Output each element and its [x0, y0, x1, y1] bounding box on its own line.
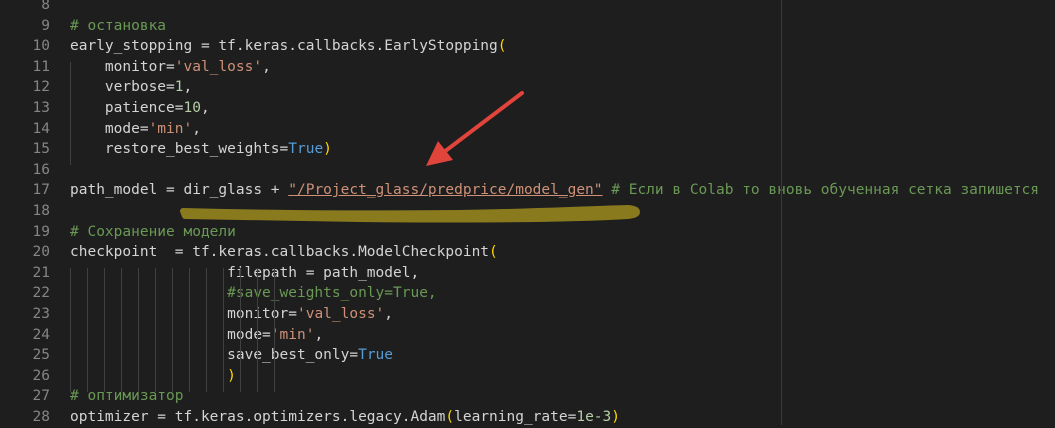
code-token-bracket: (	[497, 38, 507, 55]
indent-guide	[70, 62, 71, 165]
line-number: 13	[32, 100, 50, 116]
code-token-bracket: )	[323, 141, 332, 158]
code-token-string: 'val_loss'	[174, 58, 263, 75]
code-line[interactable]: monitor='val_loss',	[70, 304, 393, 325]
line-number: 26	[32, 367, 50, 384]
line-number: 8	[41, 0, 50, 13]
line-number: 21	[32, 264, 50, 281]
code-token-bracket: )	[70, 367, 236, 384]
code-line[interactable]: mode='min',	[70, 325, 323, 346]
code-line[interactable]: monitor='val_loss',	[70, 57, 271, 78]
code-token-number: 10	[183, 100, 201, 116]
code-token-plain: monitor=	[70, 58, 175, 75]
code-token-plain: filepath = path_model,	[70, 264, 420, 281]
code-token-string: "/Project_glass/predprice/model_gen"	[288, 182, 603, 199]
line-number: 22	[32, 285, 50, 302]
code-token-plain: path_model = dir_glass +	[70, 182, 289, 199]
indent-guide	[274, 268, 275, 392]
code-token-plain: ,	[314, 326, 324, 343]
code-line[interactable]: #save_weights_only=True,	[70, 283, 437, 304]
line-number: 17	[32, 182, 50, 199]
line-number: 23	[32, 306, 50, 322]
code-line[interactable]: # Сохранение модели	[70, 222, 236, 243]
code-token-string: 'min'	[148, 120, 193, 137]
code-token-plain: patience=	[70, 100, 184, 116]
code-token-comment: # остановка	[70, 17, 167, 34]
line-number: 24	[32, 326, 50, 343]
line-number: 9	[41, 17, 50, 34]
code-token-keyword: True	[358, 347, 394, 364]
code-token-bracket: )	[611, 409, 620, 425]
indent-guide	[189, 268, 190, 392]
code-token-plain: ,	[262, 58, 271, 75]
code-token-string: 'min'	[270, 326, 315, 343]
code-token-plain: ,	[183, 79, 193, 96]
line-number: 18	[32, 203, 50, 219]
line-number: 11	[32, 58, 50, 75]
highlighter-underline	[180, 205, 640, 223]
code-token-comment: # Сохранение модели	[70, 223, 236, 240]
code-token-plain: early_stopping = tf.keras.callbacks.Earl…	[70, 38, 498, 55]
code-token-plain: ,	[384, 306, 394, 322]
code-token-comment: # Если в Colab то вновь обученная сетка …	[602, 182, 1040, 199]
code-token-string: 'val_loss'	[296, 306, 385, 322]
line-number: 20	[32, 244, 50, 261]
line-number-gutter: 8 9 10 11 12 13 14 15 16 17 18 19 20 21 22 23 24 25 26 27 28	[0, 0, 54, 425]
indent-guide	[257, 268, 258, 392]
line-number: 19	[32, 223, 50, 240]
line-number: 12	[32, 79, 50, 96]
red-arrow-head	[426, 141, 453, 166]
code-editor[interactable]: 8 9 10 11 12 13 14 15 16 17 18 19 20 21 22 23 24 25 26 27 28…	[0, 0, 1055, 425]
code-token-keyword: True	[288, 141, 324, 158]
code-line[interactable]: save_best_only=True	[70, 345, 393, 366]
code-line[interactable]: )	[70, 366, 236, 387]
indent-guide	[138, 268, 139, 392]
line-number: 27	[32, 388, 50, 405]
code-token-plain: optimizer = tf.keras.optimizers.legacy.A…	[70, 409, 446, 425]
code-line[interactable]: # остановка	[70, 16, 166, 37]
code-line[interactable]: patience=10,	[70, 98, 210, 119]
line-number: 10	[32, 38, 50, 55]
indent-guide	[87, 268, 88, 392]
code-token-bracket: (	[489, 244, 498, 261]
code-line[interactable]: path_model = dir_glass + "/Project_glass…	[70, 180, 1039, 201]
code-token-plain: ,	[192, 120, 201, 137]
code-token-plain: checkpoint = tf.keras.callbacks.ModelChe…	[70, 244, 490, 261]
code-line[interactable]: verbose=1,	[70, 77, 192, 98]
code-line[interactable]: restore_best_weights=True)	[70, 139, 332, 160]
line-number: 25	[32, 347, 50, 364]
code-line[interactable]: checkpoint = tf.keras.callbacks.ModelChe…	[70, 242, 498, 263]
column-ruler	[781, 0, 782, 425]
code-token-bracket: (	[445, 409, 455, 425]
code-line[interactable]: mode='min',	[70, 119, 201, 140]
code-token-number: 1e-3	[576, 409, 612, 425]
indent-guide	[70, 268, 71, 392]
code-token-plain: verbose=	[70, 79, 175, 96]
indent-guide	[104, 268, 105, 392]
code-token-plain: restore_best_weights=	[70, 141, 289, 158]
line-number: 14	[32, 120, 50, 137]
indent-guide	[223, 268, 224, 392]
indent-guide	[206, 268, 207, 392]
code-token-comment: #save_weights_only=True,	[70, 285, 437, 302]
indent-guide	[121, 268, 122, 392]
code-token-plain: mode=	[70, 120, 149, 137]
red-arrow	[442, 91, 524, 154]
code-line[interactable]: filepath = path_model,	[70, 263, 419, 284]
indent-guide	[240, 268, 241, 392]
code-token-plain: save_best_only=	[70, 347, 359, 364]
code-token-number: 1	[174, 79, 184, 96]
indent-guide	[155, 268, 156, 392]
line-number: 16	[32, 161, 50, 178]
code-line[interactable]: early_stopping = tf.keras.callbacks.Earl…	[70, 36, 507, 57]
code-token-plain: learning_rate=	[454, 409, 577, 425]
code-token-plain: ,	[200, 100, 210, 116]
indent-guide	[172, 268, 173, 392]
line-number: 15	[32, 141, 50, 158]
